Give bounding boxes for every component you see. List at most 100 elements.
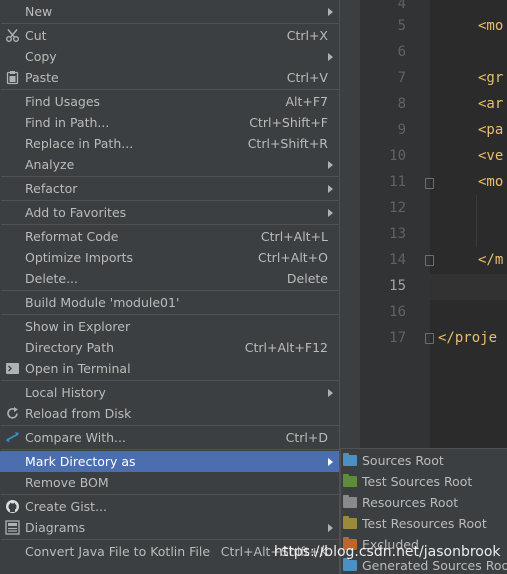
menu-item-diagrams[interactable]: Diagrams xyxy=(0,517,339,538)
menu-item-optimize-imports[interactable]: Optimize Imports Ctrl+Alt+O xyxy=(0,247,339,268)
menu-item-label: New xyxy=(25,4,53,19)
menu-item-label: Show in Explorer xyxy=(25,319,131,334)
code-line: <gr xyxy=(478,70,504,86)
menu-separator xyxy=(1,89,339,90)
line-number: 13 xyxy=(389,226,406,242)
menu-separator xyxy=(1,23,339,24)
diagram-icon xyxy=(5,520,20,535)
menu-item-mark-directory-as[interactable]: Mark Directory as xyxy=(0,451,339,472)
menu-item-create-gist[interactable]: Create Gist... xyxy=(0,496,339,517)
line-number-active: 15 xyxy=(389,278,406,294)
menu-item-label: Create Gist... xyxy=(25,499,108,514)
menu-item-label: Analyze xyxy=(25,157,75,172)
menu-item-label: Convert Java File to Kotlin File xyxy=(25,544,211,559)
menu-item-label: Build Module 'module01' xyxy=(25,295,180,310)
menu-item-shortcut: Ctrl+V xyxy=(286,70,328,85)
menu-item-local-history[interactable]: Local History xyxy=(0,382,339,403)
menu-item-cut[interactable]: Cut Ctrl+X xyxy=(0,25,339,46)
menu-separator xyxy=(1,539,339,540)
menu-item-show-in-explorer[interactable]: Show in Explorer xyxy=(0,316,339,337)
menu-item-new[interactable]: New xyxy=(0,1,339,22)
menu-item-reload-from-disk[interactable]: Reload from Disk xyxy=(0,403,339,424)
generated-sources-root-folder-icon xyxy=(343,558,357,571)
line-number: 9 xyxy=(397,122,406,138)
menu-item-label: Find in Path... xyxy=(25,115,110,130)
indent-guide xyxy=(476,195,477,247)
fold-marker-icon[interactable] xyxy=(425,178,434,189)
resources-root-folder-icon xyxy=(343,495,357,508)
code-line: <ar xyxy=(478,96,504,112)
menu-separator xyxy=(1,314,339,315)
menu-item-label: Diagrams xyxy=(25,520,86,535)
test-sources-root-folder-icon xyxy=(343,474,357,487)
line-number: 17 xyxy=(389,330,406,346)
submenu-arrow-icon xyxy=(328,161,333,169)
menu-item-remove-bom[interactable]: Remove BOM xyxy=(0,472,339,493)
code-line: <pa xyxy=(478,122,504,138)
line-number: 14 xyxy=(389,252,406,268)
test-resources-root-folder-icon xyxy=(343,516,357,529)
code-line: </proje xyxy=(438,330,498,346)
submenu-arrow-icon xyxy=(328,53,333,61)
menu-item-refactor[interactable]: Refactor xyxy=(0,178,339,199)
context-menu: New Cut Ctrl+X Copy Paste Ctrl+V Find Us… xyxy=(0,0,340,574)
menu-item-build-module[interactable]: Build Module 'module01' xyxy=(0,292,339,313)
line-number: 10 xyxy=(389,148,406,164)
menu-item-label: Open in Terminal xyxy=(25,361,131,376)
submenu-arrow-icon xyxy=(328,389,333,397)
submenu-arrow-icon xyxy=(328,8,333,16)
menu-item-shortcut: Ctrl+Alt+L xyxy=(260,229,328,244)
menu-item-directory-path[interactable]: Directory Path Ctrl+Alt+F12 xyxy=(0,337,339,358)
submenu-item-resources-root[interactable]: Resources Root xyxy=(341,492,507,513)
menu-item-paste[interactable]: Paste Ctrl+V xyxy=(0,67,339,88)
menu-separator xyxy=(1,449,339,450)
menu-item-shortcut: Ctrl+X xyxy=(286,28,328,43)
line-number: 12 xyxy=(389,200,406,216)
menu-item-analyze[interactable]: Analyze xyxy=(0,154,339,175)
menu-item-reformat-code[interactable]: Reformat Code Ctrl+Alt+L xyxy=(0,226,339,247)
fold-marker-icon[interactable] xyxy=(425,255,434,266)
menu-item-shortcut: Ctrl+Alt+O xyxy=(258,250,328,265)
menu-item-delete[interactable]: Delete... Delete xyxy=(0,268,339,289)
menu-item-label: Local History xyxy=(25,385,106,400)
menu-separator xyxy=(1,494,339,495)
menu-item-compare-with[interactable]: Compare With... Ctrl+D xyxy=(0,427,339,448)
menu-separator xyxy=(1,200,339,201)
submenu-arrow-icon xyxy=(328,458,333,466)
menu-item-shortcut: Alt+F7 xyxy=(285,94,328,109)
line-number: 11 xyxy=(389,174,406,190)
submenu-item-label: Resources Root xyxy=(362,495,459,510)
submenu-item-sources-root[interactable]: Sources Root xyxy=(341,450,507,471)
submenu-item-test-sources-root[interactable]: Test Sources Root xyxy=(341,471,507,492)
menu-item-shortcut: Ctrl+D xyxy=(285,430,328,445)
code-line: <ve xyxy=(478,148,504,164)
menu-item-label: Reload from Disk xyxy=(25,406,132,421)
submenu-item-label: Test Resources Root xyxy=(362,516,487,531)
line-number: 7 xyxy=(397,70,406,86)
menu-item-label: Add to Favorites xyxy=(25,205,127,220)
fold-marker-icon[interactable] xyxy=(425,333,434,344)
sources-root-folder-icon xyxy=(343,453,357,466)
menu-item-replace-in-path[interactable]: Replace in Path... Ctrl+Shift+R xyxy=(0,133,339,154)
menu-item-add-to-favorites[interactable]: Add to Favorites xyxy=(0,202,339,223)
submenu-arrow-icon xyxy=(328,524,333,532)
menu-item-label: Optimize Imports xyxy=(25,250,134,265)
menu-item-label: Replace in Path... xyxy=(25,136,134,151)
menu-item-label: Paste xyxy=(25,70,59,85)
menu-item-copy[interactable]: Copy xyxy=(0,46,339,67)
submenu-item-test-resources-root[interactable]: Test Resources Root xyxy=(341,513,507,534)
menu-item-label: Cut xyxy=(25,28,47,43)
submenu-arrow-icon xyxy=(328,185,333,193)
menu-item-open-in-terminal[interactable]: Open in Terminal xyxy=(0,358,339,379)
menu-item-label: Remove BOM xyxy=(25,475,109,490)
reload-icon xyxy=(5,406,20,421)
menu-item-find-in-path[interactable]: Find in Path... Ctrl+Shift+F xyxy=(0,112,339,133)
code-line: <mo xyxy=(478,174,504,190)
menu-item-label: Delete... xyxy=(25,271,78,286)
menu-item-label: Reformat Code xyxy=(25,229,119,244)
menu-item-shortcut: Delete xyxy=(286,271,328,286)
menu-item-label: Find Usages xyxy=(25,94,101,109)
scissors-icon xyxy=(5,28,20,43)
menu-item-find-usages[interactable]: Find Usages Alt+F7 xyxy=(0,91,339,112)
watermark-text: https://blog.csdn.net/jasonbrook xyxy=(274,544,501,560)
